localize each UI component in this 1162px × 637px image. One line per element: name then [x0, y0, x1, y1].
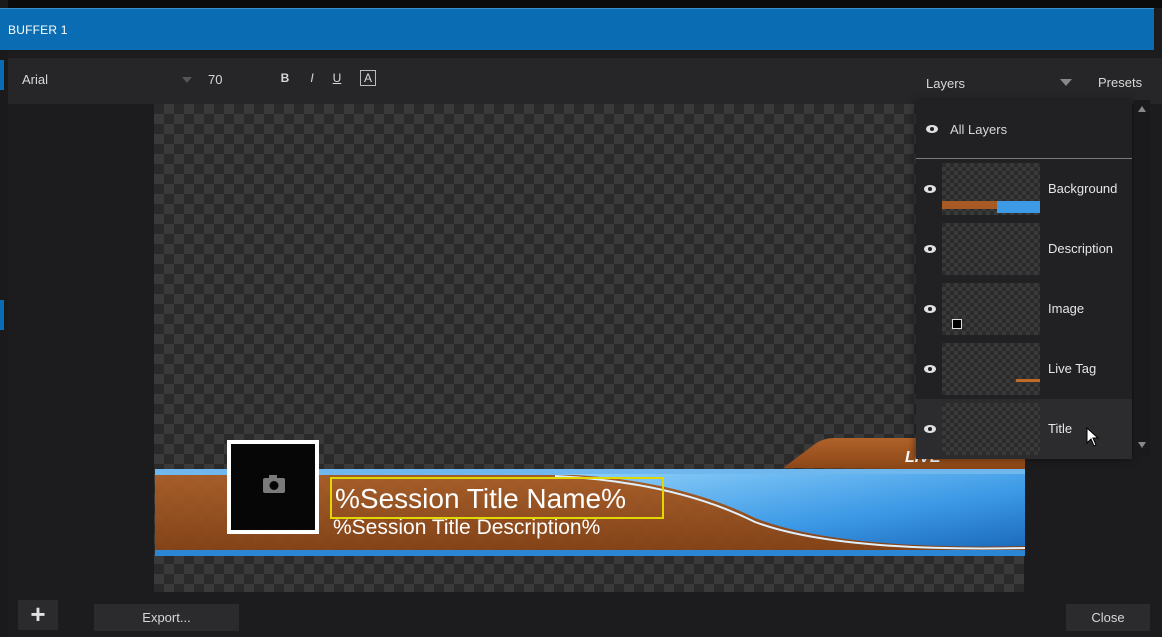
- italic-button[interactable]: I: [305, 71, 319, 85]
- layers-panel: All Layers Background Description Image …: [916, 100, 1132, 459]
- window-title: BUFFER 1: [8, 23, 68, 37]
- layer-thumbnail: [942, 343, 1040, 395]
- eye-icon[interactable]: [924, 425, 936, 433]
- mouse-cursor-icon: [1086, 427, 1100, 447]
- layer-thumbnail: [942, 163, 1040, 215]
- scroll-up-icon[interactable]: [1138, 106, 1146, 112]
- layer-thumbnail: [942, 283, 1040, 335]
- layer-item-image[interactable]: Image: [916, 279, 1132, 339]
- add-button[interactable]: +: [18, 600, 58, 630]
- export-button[interactable]: Export...: [94, 604, 239, 631]
- left-edge-strip: [0, 0, 8, 637]
- layer-item-background[interactable]: Background: [916, 159, 1132, 219]
- eye-icon[interactable]: [924, 365, 936, 373]
- all-layers-item[interactable]: All Layers: [916, 100, 1132, 159]
- layer-item-title[interactable]: Title: [916, 399, 1132, 459]
- font-family-value: Arial: [22, 72, 49, 87]
- layer-thumbnail: [942, 403, 1040, 455]
- underline-button[interactable]: U: [330, 71, 344, 85]
- edge-marker: [0, 300, 4, 330]
- all-layers-label: All Layers: [950, 122, 1008, 137]
- eye-icon[interactable]: [924, 245, 936, 253]
- eye-icon[interactable]: [926, 125, 938, 133]
- thumbnail-live-tag: [1016, 379, 1040, 382]
- layer-item-description[interactable]: Description: [916, 219, 1132, 279]
- close-button[interactable]: Close: [1066, 604, 1150, 631]
- outline-button[interactable]: A: [360, 70, 376, 86]
- layer-label: Title: [1048, 421, 1073, 436]
- presets-button[interactable]: Presets: [1098, 75, 1142, 90]
- font-family-select[interactable]: Arial: [22, 72, 192, 92]
- scroll-down-icon[interactable]: [1138, 442, 1146, 448]
- layers-dropdown[interactable]: Layers: [918, 66, 1082, 98]
- title-bar: BUFFER 1: [0, 8, 1154, 50]
- eye-icon[interactable]: [924, 305, 936, 313]
- eye-icon[interactable]: [924, 185, 936, 193]
- edge-marker: [0, 60, 4, 90]
- layer-label: Image: [1048, 301, 1085, 316]
- layer-item-live-tag[interactable]: Live Tag: [916, 339, 1132, 399]
- thumbnail-blue: [997, 201, 1040, 213]
- description-text[interactable]: %Session Title Description%: [333, 516, 600, 539]
- thumbnail-image-box: [952, 319, 962, 329]
- layers-dropdown-label: Layers: [926, 76, 966, 91]
- layer-thumbnail: [942, 223, 1040, 275]
- bold-button[interactable]: B: [278, 71, 292, 85]
- text-toolbar: Arial 70 B I U A Layers Presets: [8, 58, 1162, 104]
- title-text[interactable]: %Session Title Name%: [335, 483, 626, 514]
- layer-label: Live Tag: [1048, 361, 1097, 376]
- lower-third-graphic[interactable]: LIVE %Session Title Description% %Sessio…: [155, 438, 1025, 558]
- bottom-bar: + Export... Close: [8, 592, 1162, 637]
- bottom-blue-line: [155, 550, 1025, 556]
- chevron-down-icon: [1060, 79, 1072, 86]
- chevron-down-icon: [182, 77, 192, 83]
- layer-label: Background: [1048, 181, 1118, 196]
- layer-label: Description: [1048, 241, 1114, 256]
- layers-scrollbar[interactable]: [1134, 100, 1150, 456]
- font-size-input[interactable]: 70: [208, 72, 222, 87]
